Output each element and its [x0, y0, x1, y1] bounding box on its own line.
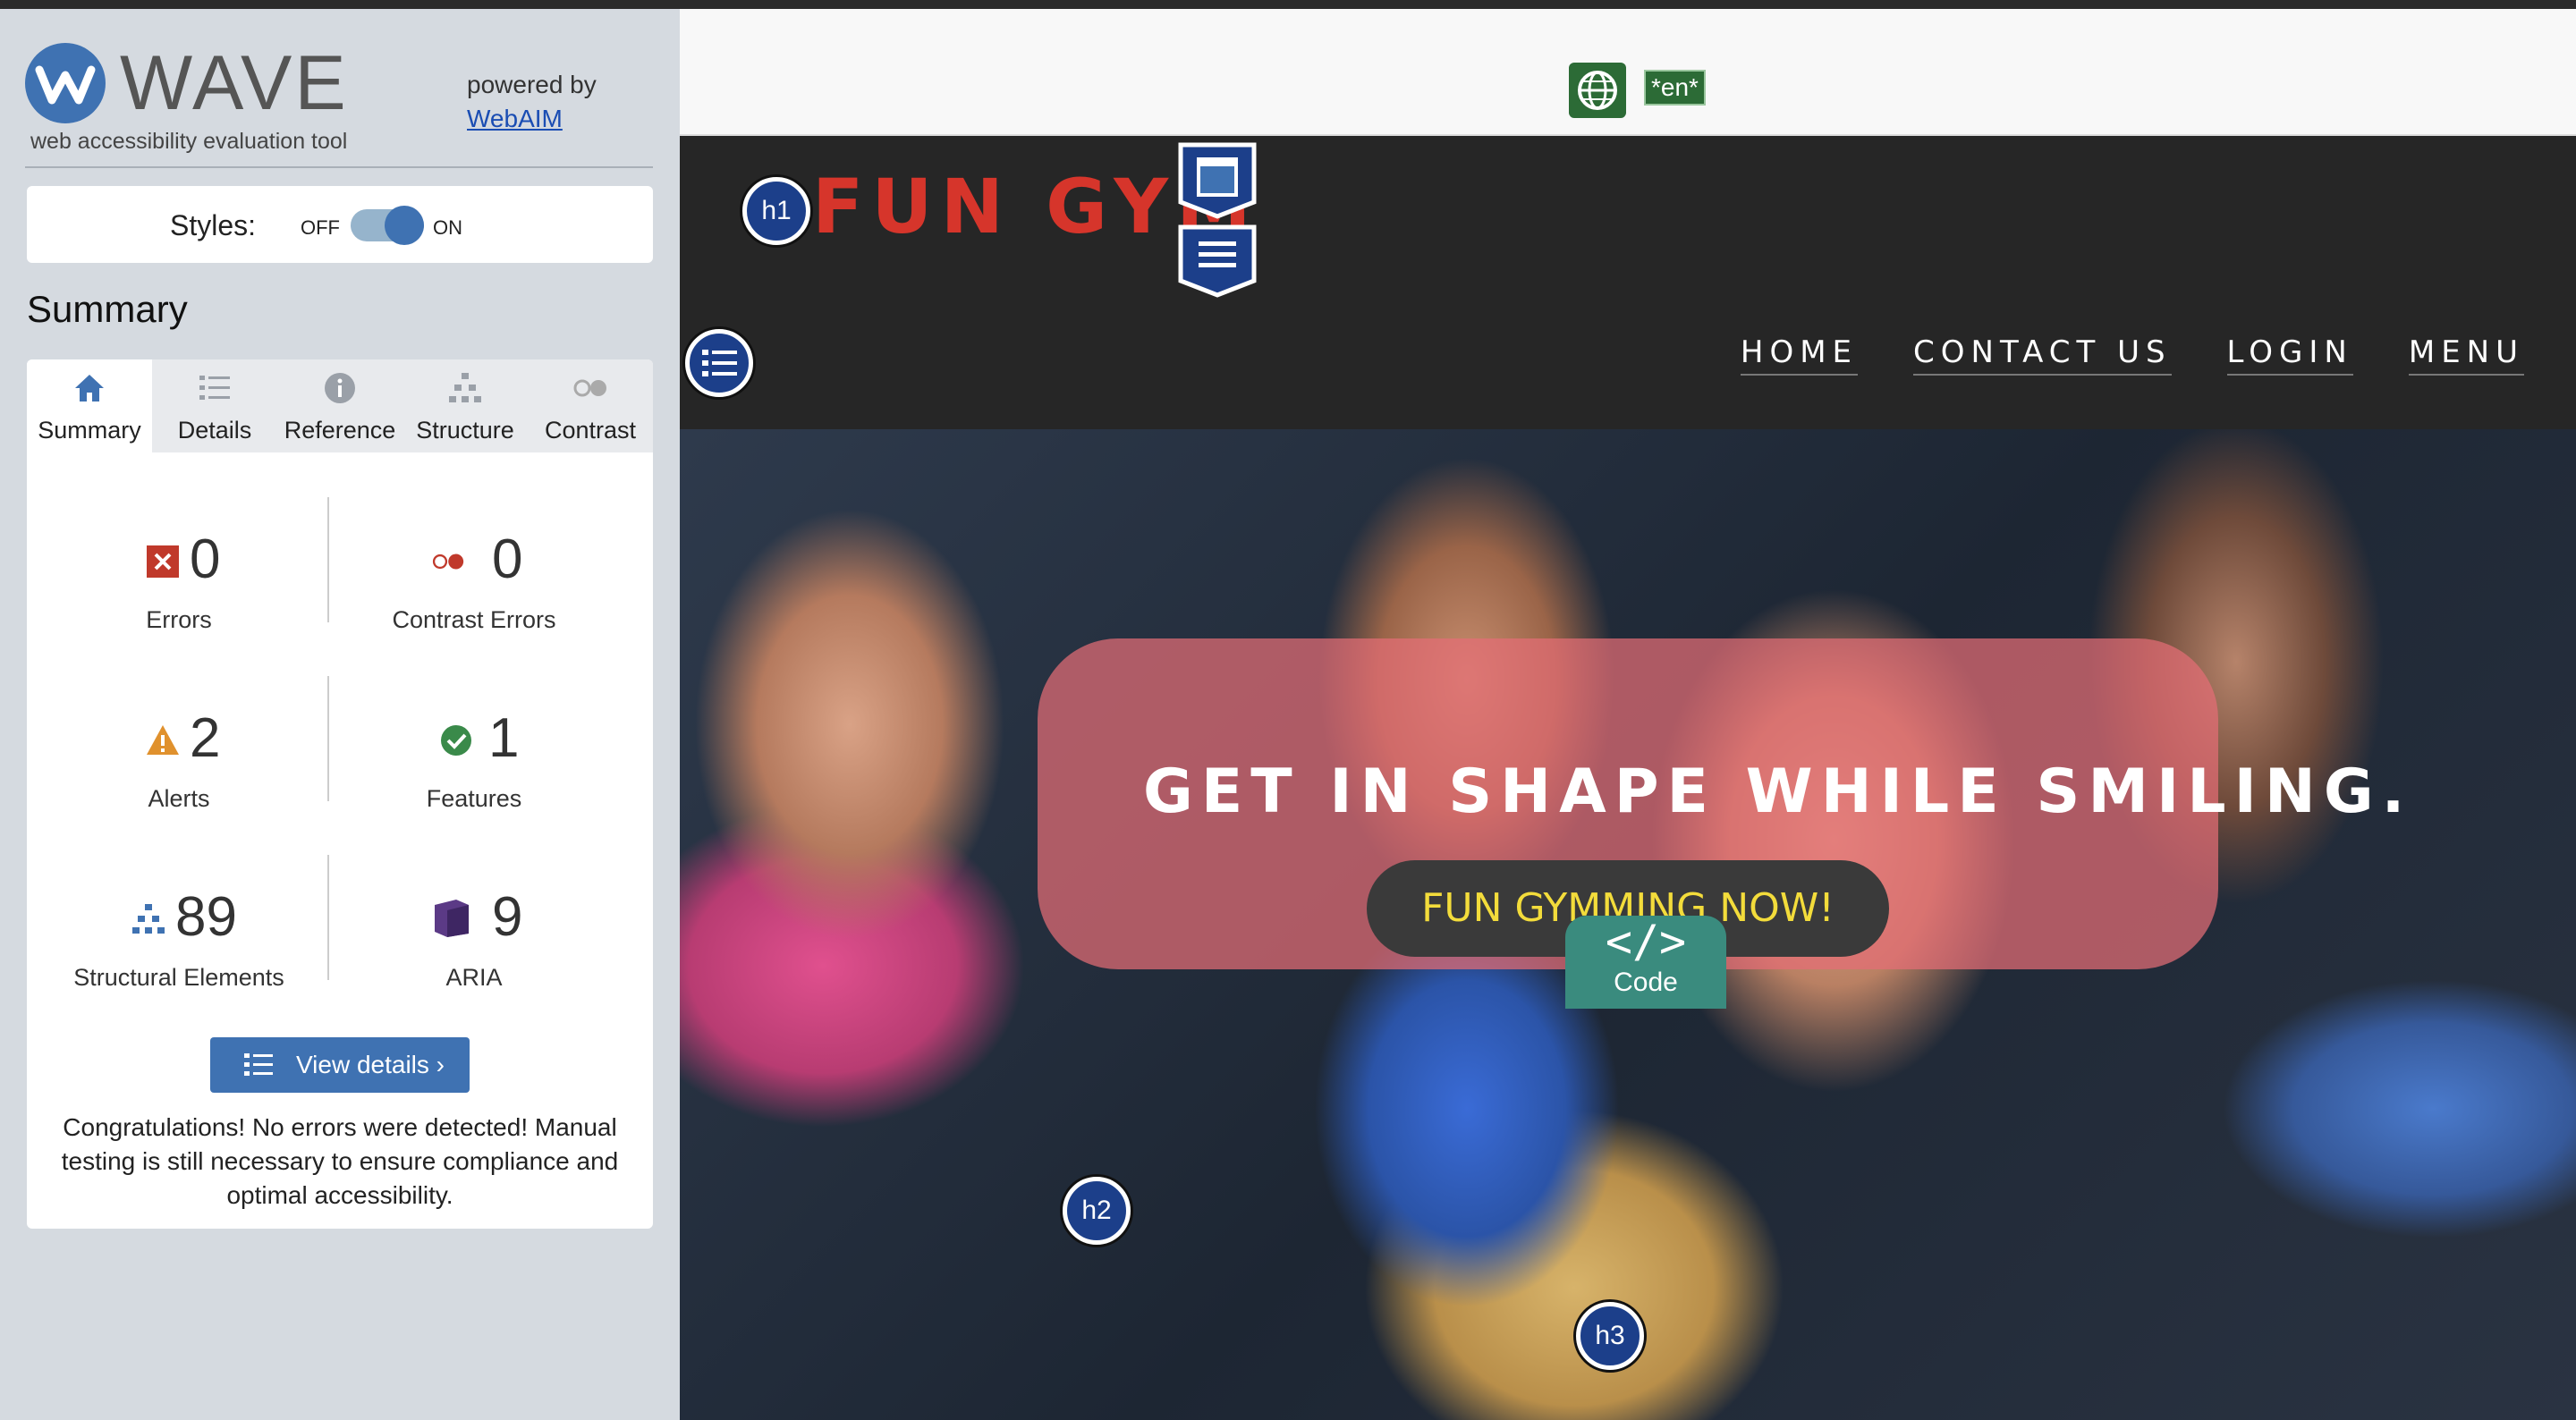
tab-structure-label: Structure [416, 417, 514, 444]
tab-summary-label: Summary [38, 417, 141, 444]
tab-contrast-label: Contrast [544, 417, 637, 444]
tab-contrast[interactable]: Contrast [528, 359, 653, 452]
contrast-errors-count: 0 [492, 528, 523, 590]
webaim-link[interactable]: WebAIM [467, 102, 597, 136]
styles-toggle[interactable] [351, 206, 424, 245]
structure-icon [132, 904, 165, 934]
main-nav: HOME CONTACT US LOGIN MENU [1740, 334, 2524, 376]
aria-label: ARIA [445, 964, 503, 991]
divider [25, 166, 653, 168]
divider [327, 676, 329, 801]
feature-check-icon [441, 725, 471, 756]
language-globe-icon[interactable] [1569, 63, 1626, 118]
stat-aria[interactable]: 9 ARIA [331, 885, 617, 1028]
divider [327, 855, 329, 980]
contrast-errors-label: Contrast Errors [392, 606, 556, 633]
nav-menu[interactable]: MENU [2408, 334, 2524, 376]
site-header: h1 FUN GYM HOME CONTACT US LOGIN MENU [680, 136, 2576, 429]
toggle-off-label: OFF [301, 216, 340, 239]
info-icon [325, 373, 355, 403]
alerts-count: 2 [190, 707, 221, 769]
language-tag[interactable]: *en* [1644, 70, 1706, 106]
wave-sidebar: WAVE web accessibility evaluation tool p… [0, 9, 680, 1420]
stat-contrast-errors[interactable]: 0 Contrast Errors [331, 528, 617, 671]
errors-label: Errors [146, 606, 212, 633]
nav-login[interactable]: LOGIN [2226, 334, 2353, 376]
congrats-message: Congratulations! No errors were detected… [61, 1113, 619, 1209]
list-icon [199, 376, 230, 400]
tab-structure[interactable]: Structure [402, 359, 528, 452]
tab-bar: Summary Details Reference Structure Cont… [27, 359, 653, 452]
tab-summary[interactable]: Summary [27, 359, 152, 452]
wave-logo-row: WAVE web accessibility evaluation tool p… [25, 34, 651, 159]
contrast-icon [573, 379, 606, 397]
summary-heading: Summary [27, 288, 188, 330]
stat-structural-elements[interactable]: 89 Structural Elements [36, 885, 322, 1028]
stat-errors[interactable]: 0 Errors [36, 528, 322, 671]
wave-logo-subtitle: web accessibility evaluation tool [30, 129, 348, 154]
aria-count: 9 [492, 886, 523, 948]
nav-home[interactable]: HOME [1740, 334, 1859, 376]
structural-count: 89 [175, 886, 237, 948]
toggle-knob [385, 206, 424, 245]
h2-badge-icon[interactable]: h2 [1063, 1177, 1131, 1245]
h1-badge-icon[interactable]: h1 [742, 177, 810, 245]
aria-cube-icon [435, 900, 469, 937]
toggle-on-label: ON [433, 216, 462, 239]
hero-title: GET IN SHAPE WHILE SMILING. [1143, 756, 2413, 827]
view-details-button[interactable]: View details › [210, 1037, 470, 1093]
alert-icon [147, 725, 179, 755]
powered-by: powered by WebAIM [467, 68, 597, 136]
list-badge-icon[interactable] [685, 329, 753, 397]
hierarchy-icon [449, 373, 481, 402]
nav-contact-us[interactable]: CONTACT US [1913, 334, 2172, 376]
stat-features[interactable]: 1 Features [331, 706, 617, 849]
view-details-label: View details › [296, 1051, 445, 1078]
window-top-bar [0, 0, 2576, 9]
divider [327, 497, 329, 622]
styles-label: Styles: [170, 209, 257, 241]
tab-details[interactable]: Details [152, 359, 277, 452]
code-icon: </> [1605, 916, 1687, 968]
stat-alerts[interactable]: 2 Alerts [36, 706, 322, 849]
summary-panel: Summary Details Reference Structure Cont… [27, 359, 653, 1229]
features-count: 1 [488, 707, 520, 769]
errors-count: 0 [190, 528, 221, 590]
error-icon [147, 545, 179, 578]
home-icon [75, 375, 104, 401]
language-bar: *en* [680, 9, 2576, 136]
structural-label: Structural Elements [73, 964, 284, 991]
h3-badge-icon[interactable]: h3 [1576, 1302, 1644, 1370]
wave-logo-word: WAVE [120, 40, 349, 126]
aria-region-icon[interactable] [1177, 141, 1258, 299]
tab-reference[interactable]: Reference [277, 359, 402, 452]
powered-by-text: powered by [467, 71, 597, 98]
code-label: Code [1614, 968, 1678, 997]
wave-logo-icon [25, 43, 106, 123]
tab-reference-label: Reference [284, 417, 396, 444]
styles-toggle-box: Styles: OFF ON [27, 186, 653, 263]
alerts-label: Alerts [148, 785, 210, 812]
code-toggle-tab[interactable]: </> Code [1565, 916, 1726, 1009]
tab-details-label: Details [177, 417, 252, 444]
contrast-error-icon [432, 554, 464, 570]
evaluated-page: *en* h1 FUN GYM HOME CONTACT US LOGIN ME… [680, 9, 2576, 1420]
list-icon [244, 1053, 273, 1076]
features-label: Features [426, 785, 522, 812]
